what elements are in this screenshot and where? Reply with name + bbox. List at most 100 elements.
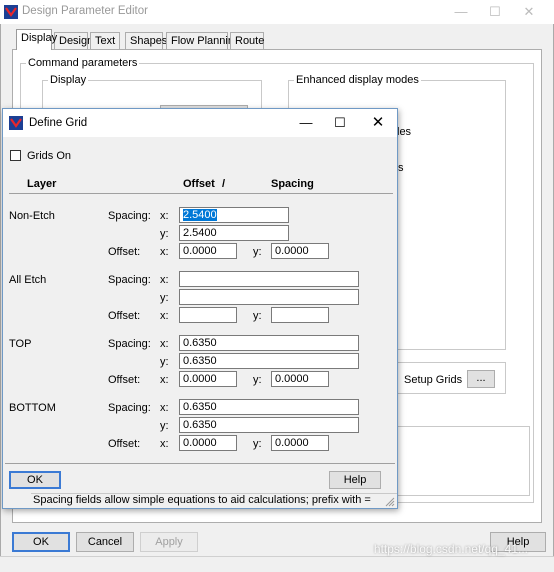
y-label: y:	[253, 246, 262, 258]
header-divider	[9, 193, 393, 194]
enhanced-option-text-partial: les	[397, 126, 412, 138]
minimize-icon[interactable]: —	[446, 2, 476, 22]
app-logo-icon	[9, 116, 23, 130]
x-label: x:	[160, 374, 169, 386]
resize-grip-icon[interactable]	[385, 497, 395, 507]
spacing-label: Spacing:	[108, 210, 151, 222]
tab-label: Display	[21, 32, 58, 44]
close-icon[interactable]: ✕	[363, 113, 393, 133]
y-label: y:	[160, 356, 169, 368]
x-label: x:	[160, 338, 169, 350]
main-ok-button[interactable]: OK	[12, 532, 70, 552]
field-value: 0.0000	[275, 245, 309, 257]
maximize-icon[interactable]: ☐	[325, 113, 355, 133]
non-etch-offset-y-input[interactable]: 0.0000	[271, 243, 329, 259]
layer-name-all-etch: All Etch	[9, 274, 47, 286]
tab-route[interactable]: Route	[230, 32, 264, 49]
all-etch-spacing-y-input[interactable]	[179, 289, 359, 305]
field-value: 0.0000	[275, 373, 309, 385]
y-label: y:	[160, 420, 169, 432]
y-label: y:	[253, 438, 262, 450]
bottom-spacing-y-input[interactable]: 0.6350	[179, 417, 359, 433]
all-etch-offset-y-input[interactable]	[271, 307, 329, 323]
layer-name-top: TOP	[9, 338, 32, 350]
tab-shapes[interactable]: Shapes	[125, 32, 167, 49]
y-label: y:	[253, 374, 262, 386]
non-etch-spacing-y-input[interactable]: 2.5400	[179, 225, 289, 241]
define-grid-status-bar: Spacing fields allow simple equations to…	[31, 493, 397, 508]
main-apply-button: Apply	[140, 532, 198, 552]
all-etch-spacing-x-input[interactable]	[179, 271, 359, 287]
offset-header: Offset	[183, 178, 215, 190]
bottom-offset-y-input[interactable]: 0.0000	[271, 435, 329, 451]
tab-label: Text	[95, 35, 116, 47]
tab-label: Design	[59, 35, 94, 47]
bottom-offset-x-input[interactable]: 0.0000	[179, 435, 237, 451]
layer-header: Layer	[27, 178, 57, 190]
tab-design[interactable]: Design	[54, 32, 93, 49]
tab-flow-planning[interactable]: Flow Planning	[166, 32, 240, 49]
x-label: x:	[160, 274, 169, 286]
field-value: 2.5400	[183, 209, 217, 221]
display-group-label: Display	[48, 74, 89, 86]
grids-on-checkbox[interactable]	[10, 150, 21, 161]
top-offset-x-input[interactable]: 0.0000	[179, 371, 237, 387]
offset-label: Offset:	[108, 374, 141, 386]
x-label: x:	[160, 246, 169, 258]
offset-label: Offset:	[108, 246, 141, 258]
bottom-spacing-x-input[interactable]: 0.6350	[179, 399, 359, 415]
close-icon[interactable]: ✕	[514, 2, 544, 22]
define-grid-title: Define Grid	[29, 117, 88, 129]
setup-grids-button[interactable]: ...	[467, 370, 495, 388]
tab-label: Route	[235, 35, 265, 47]
spacing-label: Spacing:	[108, 338, 151, 350]
x-label: x:	[160, 310, 169, 322]
field-value: 0.6350	[183, 401, 217, 413]
y-label: y:	[160, 228, 169, 240]
non-etch-spacing-x-input[interactable]: 2.5400	[179, 207, 289, 223]
main-title-bar: Design Parameter Editor — ☐ ✕	[0, 0, 554, 24]
main-status-bar	[0, 556, 554, 572]
all-etch-offset-x-input[interactable]	[179, 307, 237, 323]
lower-group	[396, 426, 530, 496]
define-grid-title-bar: Define Grid — ☐ ✕	[3, 109, 397, 137]
main-window-title: Design Parameter Editor	[22, 5, 148, 17]
setup-grids-label: Setup Grids	[404, 374, 463, 386]
layer-name-non-etch: Non-Etch	[9, 210, 55, 222]
status-text: Spacing fields allow simple equations to…	[33, 494, 371, 506]
define-grid-ok-button[interactable]: OK	[9, 471, 61, 489]
field-value: 0.6350	[183, 355, 217, 367]
enhanced-display-modes-label: Enhanced display modes	[294, 74, 421, 86]
define-grid-help-button[interactable]: Help	[329, 471, 381, 489]
top-offset-y-input[interactable]: 0.0000	[271, 371, 329, 387]
tab-display[interactable]: Display	[16, 29, 57, 50]
header-slash: /	[222, 178, 226, 190]
y-label: y:	[253, 310, 262, 322]
x-label: x:	[160, 438, 169, 450]
command-parameters-label: Command parameters	[26, 57, 140, 69]
tab-text[interactable]: Text	[90, 32, 120, 49]
dialog-divider	[5, 463, 395, 464]
maximize-icon[interactable]: ☐	[480, 2, 510, 22]
tab-label: Shapes	[130, 35, 168, 47]
main-cancel-button[interactable]: Cancel	[76, 532, 134, 552]
spacing-label: Spacing:	[108, 274, 151, 286]
field-value: 2.5400	[183, 227, 217, 239]
field-value: 0.0000	[275, 437, 309, 449]
y-label: y:	[160, 292, 169, 304]
offset-label: Offset:	[108, 438, 141, 450]
enhanced-option-text-partial: s	[398, 162, 404, 174]
field-value: 0.6350	[183, 419, 217, 431]
non-etch-offset-x-input[interactable]: 0.0000	[179, 243, 237, 259]
top-spacing-x-input[interactable]: 0.6350	[179, 335, 359, 351]
define-grid-dialog: Define Grid — ☐ ✕ Grids On Layer Offset …	[2, 108, 398, 509]
app-logo-icon	[4, 5, 18, 19]
field-value: 0.0000	[183, 437, 217, 449]
field-value: 0.0000	[183, 373, 217, 385]
top-spacing-y-input[interactable]: 0.6350	[179, 353, 359, 369]
spacing-header: Spacing	[271, 178, 314, 190]
grids-on-label: Grids On	[27, 150, 72, 162]
minimize-icon[interactable]: —	[291, 113, 321, 133]
layer-name-bottom: BOTTOM	[9, 402, 56, 414]
x-label: x:	[160, 402, 169, 414]
